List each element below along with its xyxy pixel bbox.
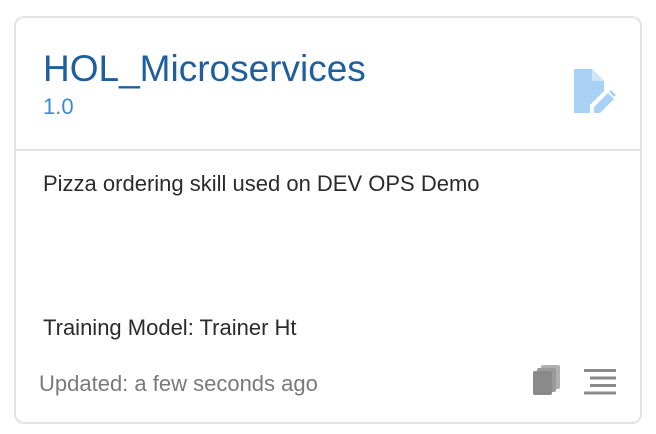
skill-card[interactable]: HOL_Microservices 1.0 Pizza ordering ski… xyxy=(14,16,642,424)
training-model: Training Model: Trainer Ht xyxy=(43,315,297,340)
card-header: HOL_Microservices 1.0 xyxy=(16,18,640,151)
skill-version: 1.0 xyxy=(43,94,74,119)
copy-icon[interactable] xyxy=(532,364,562,396)
updated-timestamp: Updated: a few seconds ago xyxy=(39,371,318,396)
skill-description: Pizza ordering skill used on DEV OPS Dem… xyxy=(43,171,480,196)
skill-title[interactable]: HOL_Microservices xyxy=(43,48,366,90)
menu-lines-icon[interactable] xyxy=(584,369,616,395)
edit-document-icon[interactable] xyxy=(570,67,616,115)
